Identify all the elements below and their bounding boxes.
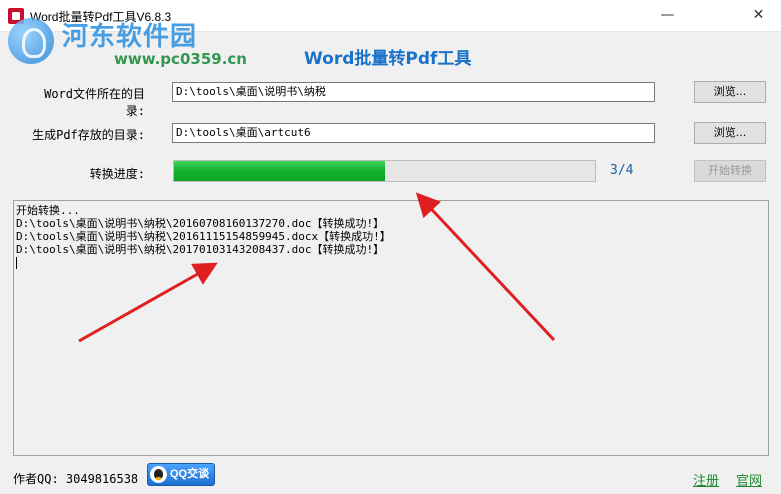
pdf-dir-input[interactable]: D:\tools\桌面\artcut6 bbox=[172, 123, 655, 143]
progress-fill bbox=[174, 161, 385, 181]
progress-count: 3/4 bbox=[610, 163, 634, 178]
log-line: D:\tools\桌面\说明书\纳税\20161115154859945.doc… bbox=[16, 230, 391, 243]
qq-chat-label: QQ交谈 bbox=[170, 468, 210, 480]
text-caret bbox=[16, 257, 17, 269]
minimize-icon: — bbox=[660, 7, 675, 23]
watermark-url: www.pc0359.cn bbox=[114, 50, 247, 68]
site-watermark: 河东软件园 www.pc0359.cn bbox=[4, 12, 247, 72]
browse-word-dir-button[interactable]: 浏览... bbox=[694, 81, 766, 103]
qq-chat-button[interactable]: QQ交谈 bbox=[147, 463, 215, 486]
conversion-log[interactable]: 开始转换... D:\tools\桌面\说明书\纳税\2016070816013… bbox=[13, 200, 769, 456]
start-convert-button[interactable]: 开始转换 bbox=[694, 160, 766, 182]
log-line: 开始转换... bbox=[16, 204, 80, 217]
minimize-button[interactable]: — bbox=[645, 0, 690, 31]
app-heading: Word批量转Pdf工具 bbox=[304, 49, 472, 69]
official-site-link[interactable]: 官网 bbox=[736, 470, 762, 489]
qq-penguin-icon bbox=[150, 466, 167, 483]
conversion-progress-bar bbox=[173, 160, 596, 182]
watermark-logo-icon bbox=[8, 18, 54, 64]
pdf-dir-label: 生成Pdf存放的目录: bbox=[32, 128, 145, 142]
register-link[interactable]: 注册 bbox=[693, 470, 719, 489]
log-line: D:\tools\桌面\说明书\纳税\20160708160137270.doc… bbox=[16, 217, 385, 230]
close-button[interactable]: ✕ bbox=[736, 0, 781, 31]
watermark-site-name: 河东软件园 bbox=[62, 22, 198, 52]
log-line: D:\tools\桌面\说明书\纳税\20170103143208437.doc… bbox=[16, 243, 385, 256]
close-icon: ✕ bbox=[752, 7, 765, 23]
progress-label: 转换进度: bbox=[89, 167, 145, 181]
word-dir-label: Word文件所在的目录: bbox=[44, 87, 145, 118]
author-qq: 作者QQ: 3049816538 bbox=[13, 472, 139, 486]
word-dir-input[interactable]: D:\tools\桌面\说明书\纳税 bbox=[172, 82, 655, 102]
browse-pdf-dir-button[interactable]: 浏览... bbox=[694, 122, 766, 144]
